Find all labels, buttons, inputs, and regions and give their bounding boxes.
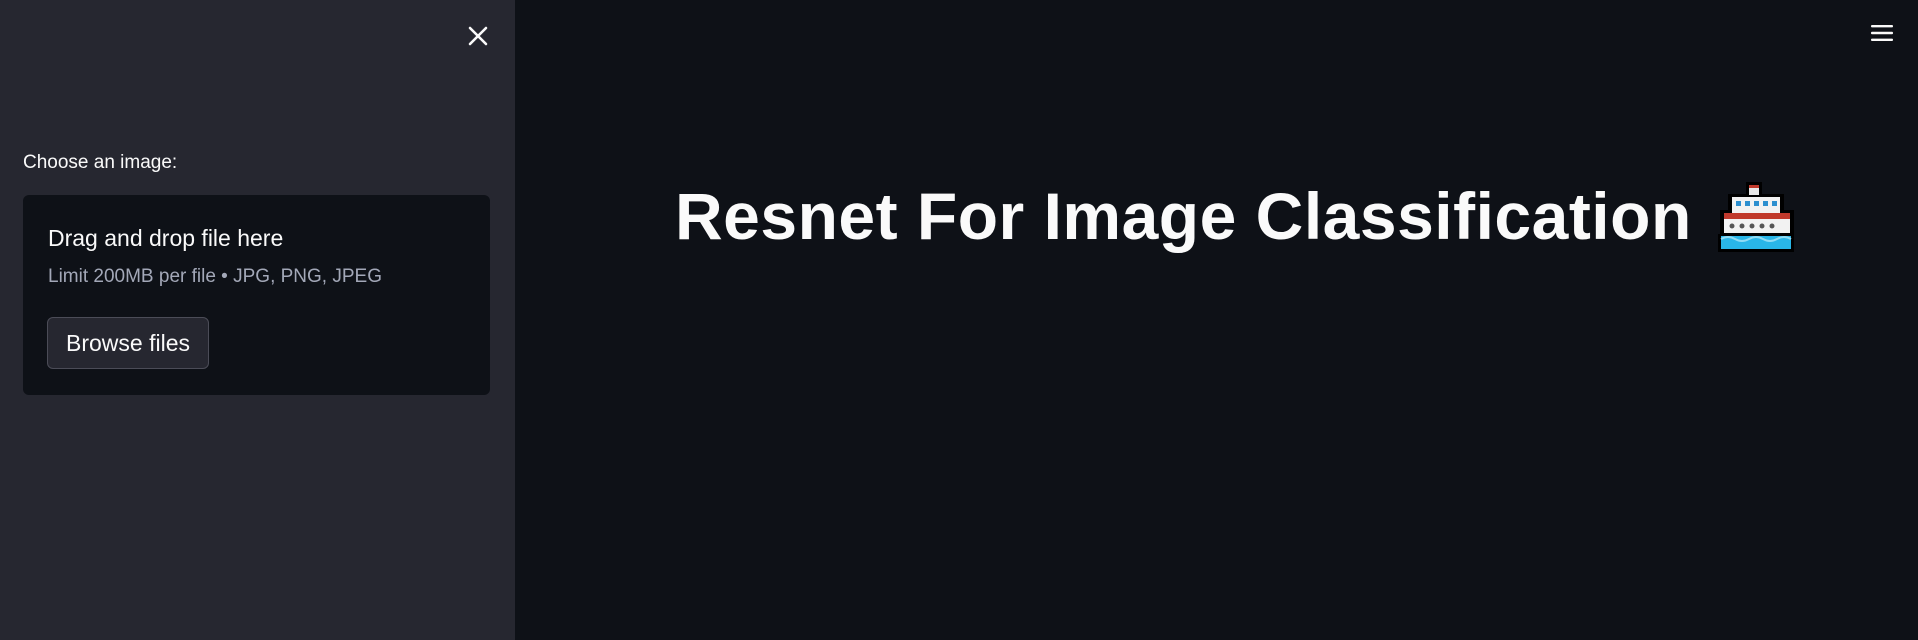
ship-icon: [1717, 182, 1794, 252]
page-title: Resnet For Image Classification: [675, 179, 1692, 253]
browse-files-button[interactable]: Browse files: [47, 317, 209, 369]
file-uploader-label: Choose an image:: [23, 152, 178, 173]
close-icon: [468, 26, 488, 46]
hamburger-menu-icon: [1871, 25, 1893, 41]
dropzone-title: Drag and drop file here: [48, 225, 284, 251]
dropzone-limit-text: Limit 200MB per file • JPG, PNG, JPEG: [48, 266, 382, 287]
title-row: Resnet For Image Classification: [675, 176, 1796, 256]
sidebar: Choose an image: Drag and drop file here…: [0, 0, 515, 640]
file-dropzone[interactable]: Drag and drop file here Limit 200MB per …: [23, 195, 490, 395]
main-menu-button[interactable]: [1864, 18, 1900, 48]
sidebar-close-button[interactable]: [462, 20, 494, 52]
main-content: Resnet For Image Classification: [515, 0, 1918, 640]
app-root: Choose an image: Drag and drop file here…: [0, 0, 1918, 640]
